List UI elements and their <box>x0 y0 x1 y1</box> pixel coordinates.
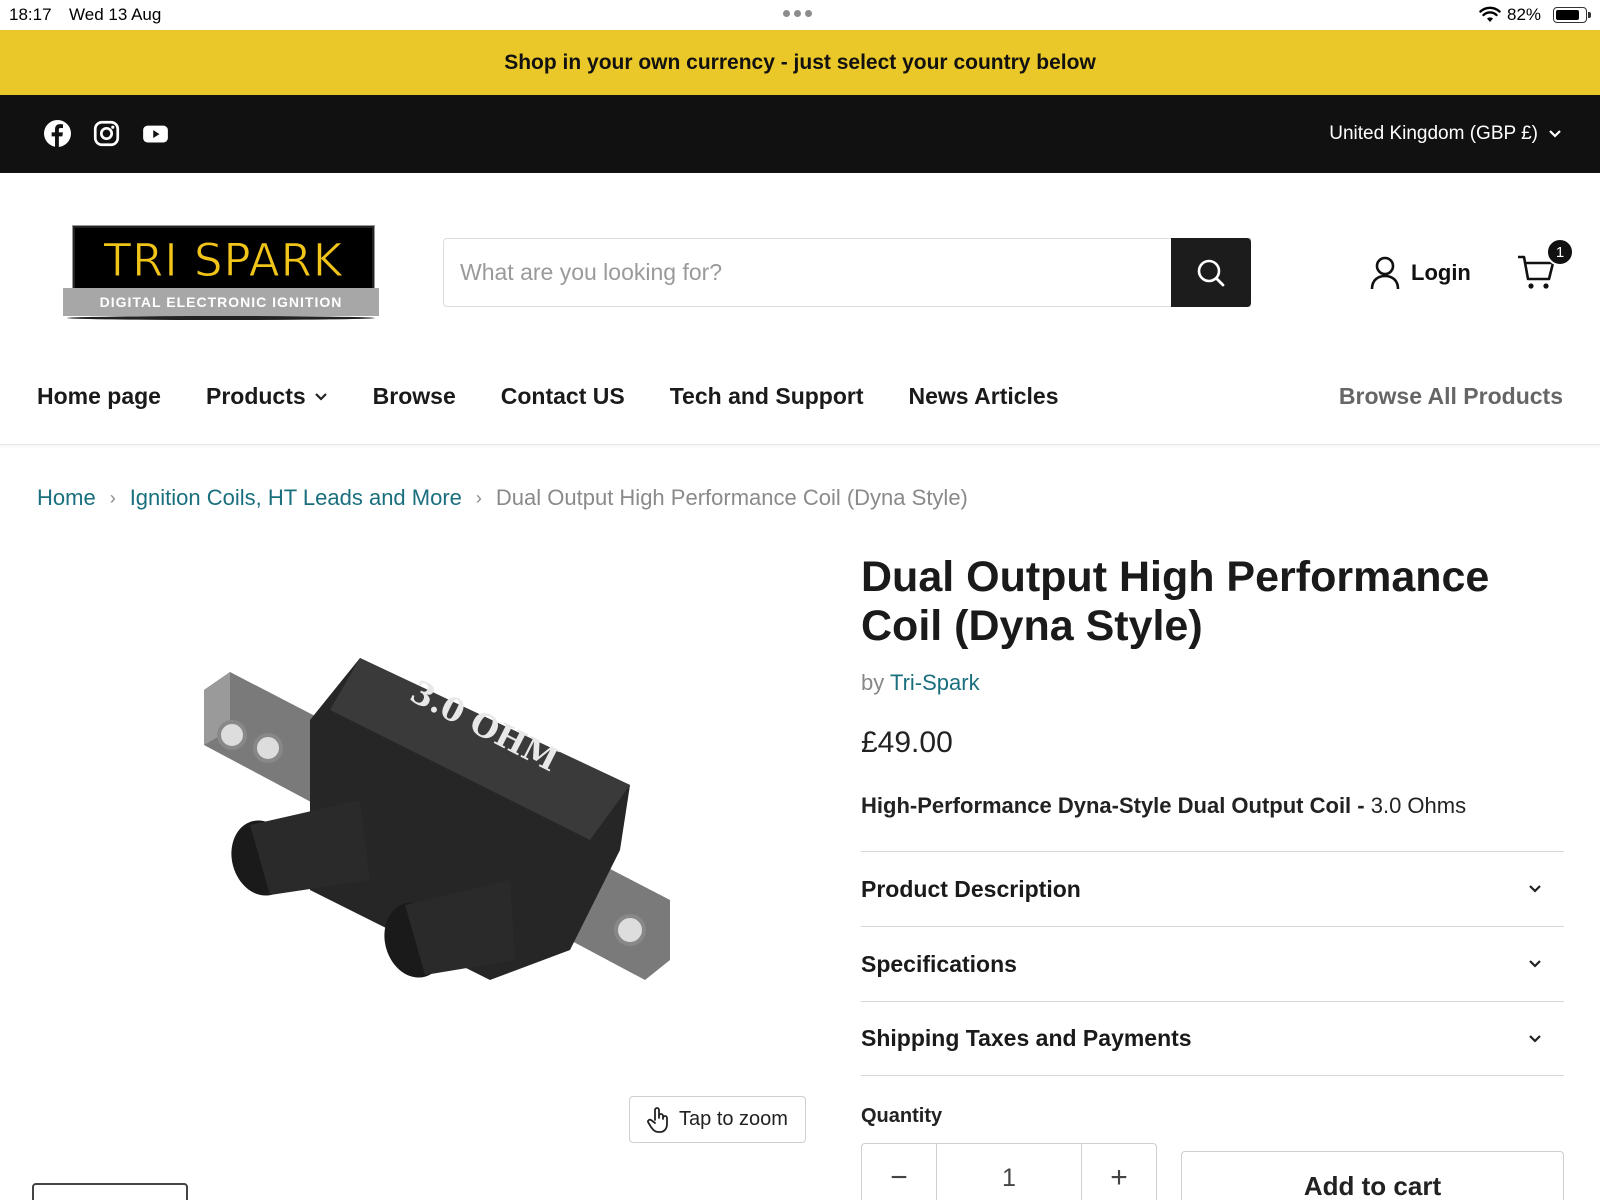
breadcrumb-category[interactable]: Ignition Coils, HT Leads and More <box>130 485 462 511</box>
status-bar: 18:17 Wed 13 Aug 82% <box>0 0 1600 30</box>
nav-item-contact[interactable]: Contact US <box>501 383 625 410</box>
chevron-down-icon <box>1529 885 1541 893</box>
status-time: 18:17 <box>9 5 52 24</box>
search-icon <box>1197 259 1225 286</box>
quantity-label: Quantity <box>861 1105 943 1127</box>
product-image[interactable]: 3.0 OHM <box>190 650 710 1070</box>
chevron-right-icon: › <box>475 487 482 508</box>
main-navigation: Home page Products Browse Contact US Tec… <box>0 353 1600 445</box>
site-header: TRI SPARK DIGITAL ELECTRONIC IGNITION Lo… <box>0 173 1600 353</box>
chevron-right-icon: › <box>109 487 116 508</box>
quantity-input[interactable]: 1 <box>937 1143 1081 1200</box>
accordion-shipping[interactable]: Shipping Taxes and Payments <box>861 1001 1564 1076</box>
social-links <box>44 120 169 147</box>
tap-to-zoom-button[interactable]: Tap to zoom <box>629 1096 806 1143</box>
breadcrumb-current: Dual Output High Performance Coil (Dyna … <box>495 485 968 510</box>
product-accordion: Product Description Specifications Shipp… <box>861 851 1564 1076</box>
battery-percent: 82% <box>1507 5 1542 24</box>
cart-count-badge: 1 <box>1546 238 1574 266</box>
battery-icon <box>1553 7 1591 23</box>
quantity-increase-button[interactable]: + <box>1081 1143 1157 1200</box>
chevron-down-icon <box>1529 960 1541 968</box>
logo-wordmark: TRI SPARK <box>103 234 344 288</box>
nav-item-browse[interactable]: Browse <box>373 383 456 410</box>
currency-selected: United Kingdom (GBP £) <box>1329 123 1538 144</box>
nav-item-news[interactable]: News Articles <box>909 383 1059 410</box>
status-date: Wed 13 Aug <box>69 5 162 24</box>
nav-item-home[interactable]: Home page <box>37 383 161 410</box>
nav-item-tech-support[interactable]: Tech and Support <box>670 383 864 410</box>
product-thumbnail[interactable] <box>32 1183 188 1200</box>
facebook-icon[interactable] <box>44 120 71 147</box>
multitasking-dots-icon[interactable] <box>783 10 812 17</box>
nav-item-products[interactable]: Products <box>206 383 328 410</box>
chevron-down-icon <box>1549 130 1561 138</box>
search-button[interactable] <box>1171 238 1251 307</box>
cart-button[interactable]: 1 <box>1516 238 1574 293</box>
accordion-product-description[interactable]: Product Description <box>861 851 1564 926</box>
quantity-stepper: − 1 + <box>861 1143 1157 1200</box>
breadcrumb: Home › Ignition Coils, HT Leads and More… <box>37 485 968 511</box>
login-label: Login <box>1411 260 1471 285</box>
vendor-link[interactable]: Tri-Spark <box>890 670 980 695</box>
chevron-down-icon <box>314 392 327 401</box>
browse-all-products-link[interactable]: Browse All Products <box>1339 383 1563 410</box>
site-logo[interactable]: TRI SPARK DIGITAL ELECTRONIC IGNITION <box>63 226 381 322</box>
product-price: £49.00 <box>861 726 953 759</box>
search-box <box>443 238 1251 307</box>
product-vendor: by Tri-Spark <box>861 670 980 695</box>
instagram-icon[interactable] <box>93 120 120 147</box>
product-short-description: High-Performance Dyna-Style Dual Output … <box>861 793 1467 818</box>
add-to-cart-button[interactable]: Add to cart <box>1181 1151 1564 1200</box>
quantity-decrease-button[interactable]: − <box>861 1143 937 1200</box>
hand-pointer-icon <box>647 1106 668 1133</box>
currency-selector[interactable]: United Kingdom (GBP £) <box>1329 123 1562 145</box>
logo-tagline: DIGITAL ELECTRONIC IGNITION <box>63 288 379 316</box>
search-input[interactable] <box>460 239 1160 306</box>
accordion-specifications[interactable]: Specifications <box>861 926 1564 1001</box>
chevron-down-icon <box>1529 1034 1541 1043</box>
login-link[interactable]: Login <box>1369 255 1471 291</box>
tap-to-zoom-label: Tap to zoom <box>679 1108 788 1130</box>
wifi-icon <box>1479 6 1501 22</box>
user-icon <box>1370 256 1400 290</box>
utility-bar: United Kingdom (GBP £) <box>0 95 1600 173</box>
breadcrumb-home[interactable]: Home <box>37 485 96 511</box>
product-title: Dual Output High Performance Coil (Dyna … <box>861 553 1490 650</box>
announcement-bar: Shop in your own currency - just select … <box>0 30 1600 95</box>
youtube-icon[interactable] <box>142 120 169 147</box>
